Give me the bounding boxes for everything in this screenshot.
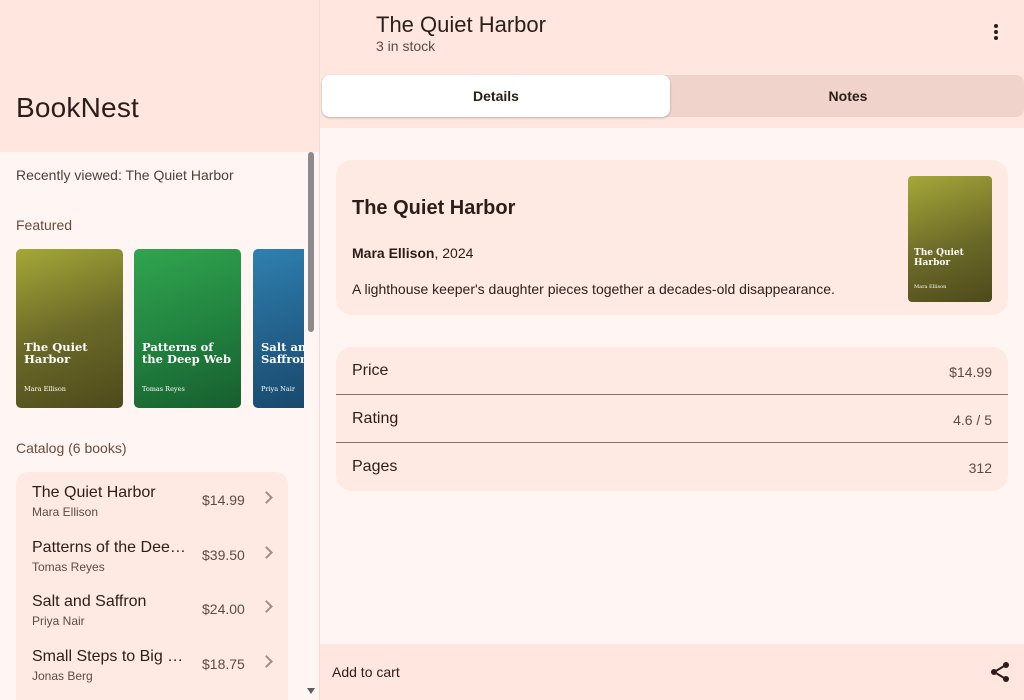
- spec-value: 4.6 / 5: [953, 412, 992, 428]
- book-byline: Mara Ellison, 2024: [352, 245, 473, 261]
- book-title: The Quiet Harbor: [352, 197, 516, 219]
- catalog-row-author: Priya Nair: [32, 614, 85, 628]
- share-icon[interactable]: [988, 660, 1012, 684]
- catalog-row-author: Tomas Reyes: [32, 560, 105, 574]
- cover-author: Mara Ellison: [24, 385, 66, 393]
- add-to-cart-button[interactable]: Add to cart: [332, 664, 400, 680]
- catalog-row-price: $39.50: [202, 547, 245, 563]
- sidebar-header: BookNest: [0, 0, 319, 152]
- book-author: Mara Ellison: [352, 245, 435, 261]
- catalog-row[interactable]: Patterns of the Deep Web Tomas Reyes $39…: [16, 527, 288, 581]
- tab-details[interactable]: Details: [322, 75, 670, 117]
- cover-author: Priya Nair: [261, 385, 295, 393]
- book-year: , 2024: [434, 245, 474, 261]
- book-cover-thumbnail: The Quiet Harbor Mara Ellison: [908, 176, 992, 302]
- app-title: BookNest: [16, 92, 139, 123]
- cover-title: The Quiet Harbor: [24, 340, 88, 366]
- bottom-app-bar: Add to cart: [320, 644, 1024, 700]
- page-title: The Quiet Harbor: [376, 12, 546, 37]
- sidebar: BookNest Recently viewed: The Quiet Harb…: [0, 0, 320, 700]
- tab-notes[interactable]: Notes: [672, 75, 1024, 117]
- book-detail-card: The Quiet Harbor Mara Ellison, 2024 A li…: [336, 160, 1008, 315]
- featured-heading: Featured: [16, 217, 73, 233]
- catalog-heading: Catalog (6 books): [16, 440, 127, 456]
- cover-author: Mara Ellison: [914, 284, 947, 290]
- spec-label: Rating: [352, 410, 399, 427]
- sidebar-scrollbar[interactable]: [306, 152, 316, 700]
- chevron-right-icon: [260, 546, 273, 559]
- stock-status: 3 in stock: [376, 38, 436, 54]
- spec-row-pages: Pages 312: [336, 443, 1008, 491]
- book-synopsis: A lighthouse keeper's daughter pieces to…: [352, 281, 835, 297]
- catalog-row-price: $24.00: [202, 601, 245, 617]
- segmented-tabs: Details Notes: [322, 75, 1024, 117]
- catalog-row[interactable]: Small Steps to Big Savings Jonas Berg $1…: [16, 636, 288, 690]
- scroll-down-arrow-icon[interactable]: [307, 688, 315, 694]
- spec-label: Pages: [352, 458, 398, 475]
- chevron-right-icon: [260, 655, 273, 668]
- catalog-list: The Quiet Harbor Mara Ellison $14.99 Pat…: [16, 472, 288, 700]
- catalog-row-title: Patterns of the Deep Web: [32, 539, 192, 556]
- cover-title: The Quiet Harbor: [914, 248, 964, 268]
- catalog-row-price: $14.99: [202, 492, 245, 508]
- catalog-row-author: Mara Ellison: [32, 505, 99, 519]
- top-app-bar: The Quiet Harbor 3 in stock: [320, 0, 1024, 70]
- more-vert-icon[interactable]: [984, 22, 1008, 46]
- scrollbar-thumb[interactable]: [308, 152, 314, 332]
- chevron-right-icon: [260, 491, 273, 504]
- spec-row-rating: Rating 4.6 / 5: [336, 395, 1008, 443]
- featured-carousel[interactable]: The Quiet Harbor Mara Ellison Patterns o…: [16, 249, 304, 409]
- catalog-row-author: Jonas Berg: [32, 669, 93, 683]
- spec-value: $14.99: [949, 364, 992, 380]
- catalog-row[interactable]: The Quiet Harbor Mara Ellison $14.99: [16, 472, 288, 526]
- featured-cover-the-quiet-harbor[interactable]: The Quiet Harbor Mara Ellison: [16, 249, 123, 408]
- catalog-row-title: The Quiet Harbor: [32, 484, 156, 501]
- spec-label: Price: [352, 362, 389, 379]
- cover-author: Tomas Reyes: [142, 385, 185, 393]
- chevron-right-icon: [260, 600, 273, 613]
- cover-title: Patterns of the Deep Web: [142, 340, 231, 366]
- spec-value: 312: [968, 460, 992, 476]
- catalog-row-price: $18.75: [202, 656, 245, 672]
- book-specs-card: Price $14.99 Rating 4.6 / 5 Pages 312: [336, 347, 1008, 491]
- spec-row-price: Price $14.99: [336, 347, 1008, 395]
- catalog-row-title: Salt and Saffron: [32, 593, 147, 610]
- featured-cover-salt-and-saffron[interactable]: Salt and Saffron Priya Nair: [253, 249, 304, 408]
- tab-bar: Details Notes: [320, 70, 1024, 128]
- catalog-row-title: Small Steps to Big Savings: [32, 648, 192, 665]
- recently-viewed-text: Recently viewed: The Quiet Harbor: [16, 167, 234, 183]
- featured-cover-patterns-of-the-deep-web[interactable]: Patterns of the Deep Web Tomas Reyes: [134, 249, 241, 408]
- catalog-row[interactable]: Salt and Saffron Priya Nair $24.00: [16, 581, 288, 635]
- cover-title: Salt and Saffron: [261, 340, 304, 366]
